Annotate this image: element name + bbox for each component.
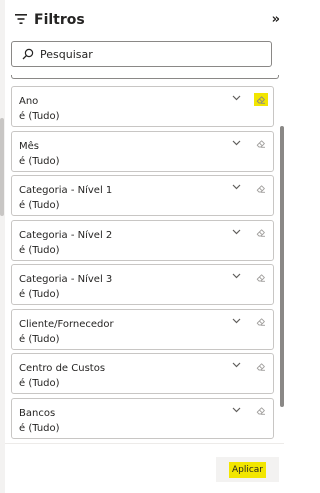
filter-value: é (Tudo) — [19, 155, 60, 167]
eraser-icon — [256, 95, 265, 104]
filter-label: Cliente/Fornecedor — [19, 318, 114, 330]
filter-card[interactable]: Categoria - Nível 3 é (Tudo) — [11, 264, 274, 305]
filter-label: Categoria - Nível 3 — [19, 274, 113, 285]
apply-button[interactable]: Aplicar — [216, 457, 279, 482]
footer-divider — [5, 443, 284, 444]
filter-card[interactable]: Categoria - Nível 2 é (Tudo) — [11, 219, 274, 261]
clear-filter-button[interactable] — [254, 182, 268, 195]
filter-card[interactable]: Mês é (Tudo) — [11, 130, 274, 172]
eraser-icon — [256, 229, 265, 237]
filter-label: Mês — [19, 140, 39, 152]
chevron-down-icon[interactable] — [232, 140, 241, 146]
eraser-icon — [256, 362, 265, 371]
clear-filter-button[interactable] — [254, 405, 268, 418]
search-input[interactable] — [40, 45, 260, 63]
filter-label: Bancos — [19, 407, 56, 419]
filter-value: é (Tudo) — [19, 333, 60, 345]
filter-card[interactable]: Centro de Custos é (Tudo) — [11, 353, 274, 394]
previous-filter-section-edge — [11, 75, 279, 79]
chevron-down-icon[interactable] — [232, 273, 241, 279]
eraser-icon — [256, 407, 265, 415]
collapse-pane-button[interactable]: » — [272, 10, 280, 30]
clear-filter-button[interactable] — [254, 138, 268, 151]
filter-value: é (Tudo) — [19, 422, 60, 434]
search-box[interactable] — [11, 41, 272, 67]
left-scroll-thumb[interactable] — [0, 118, 4, 216]
clear-filter-button[interactable] — [254, 360, 268, 373]
filter-card[interactable]: Bancos é (Tudo) — [11, 397, 274, 439]
filter-card[interactable]: Categoria - Nível 1 é (Tudo) — [11, 175, 274, 216]
chevron-down-icon[interactable] — [232, 407, 241, 413]
chevron-down-icon[interactable] — [232, 184, 241, 190]
filter-icon — [15, 14, 27, 24]
panel-title: Filtros — [34, 12, 85, 28]
clear-filter-button[interactable] — [254, 93, 268, 106]
filter-list-scrollbar[interactable] — [280, 126, 284, 407]
eraser-icon — [256, 184, 265, 193]
filter-label: Categoria - Nível 1 — [19, 185, 113, 196]
filter-card[interactable]: Cliente/Fornecedor é (Tudo) — [11, 308, 274, 350]
filter-value: é (Tudo) — [19, 378, 60, 389]
filter-value: é (Tudo) — [19, 111, 60, 122]
filter-card[interactable]: Ano é (Tudo) — [11, 86, 274, 127]
clear-filter-button[interactable] — [254, 316, 268, 329]
filter-label: Ano — [19, 96, 39, 107]
chevron-down-icon[interactable] — [232, 95, 241, 101]
chevron-down-icon[interactable] — [232, 362, 241, 368]
eraser-icon — [256, 318, 265, 326]
filters-header: Filtros » — [10, 8, 280, 32]
left-scroll-strip[interactable] — [0, 0, 5, 493]
apply-button-label: Aplicar — [228, 461, 267, 478]
eraser-icon — [256, 140, 265, 148]
filter-value: é (Tudo) — [19, 200, 60, 211]
search-icon — [22, 48, 34, 60]
clear-filter-button[interactable] — [254, 227, 268, 240]
filter-value: é (Tudo) — [19, 244, 60, 256]
filter-label: Categoria - Nível 2 — [19, 229, 113, 241]
filter-list: Ano é (Tudo) Mês é (Tudo) Categoria - Nível … — [11, 86, 274, 442]
eraser-icon — [256, 273, 265, 282]
filter-value: é (Tudo) — [19, 289, 60, 300]
clear-filter-button[interactable] — [254, 271, 268, 284]
filter-label: Centro de Custos — [19, 363, 106, 374]
chevron-down-icon[interactable] — [232, 318, 241, 324]
chevron-down-icon[interactable] — [232, 229, 241, 235]
